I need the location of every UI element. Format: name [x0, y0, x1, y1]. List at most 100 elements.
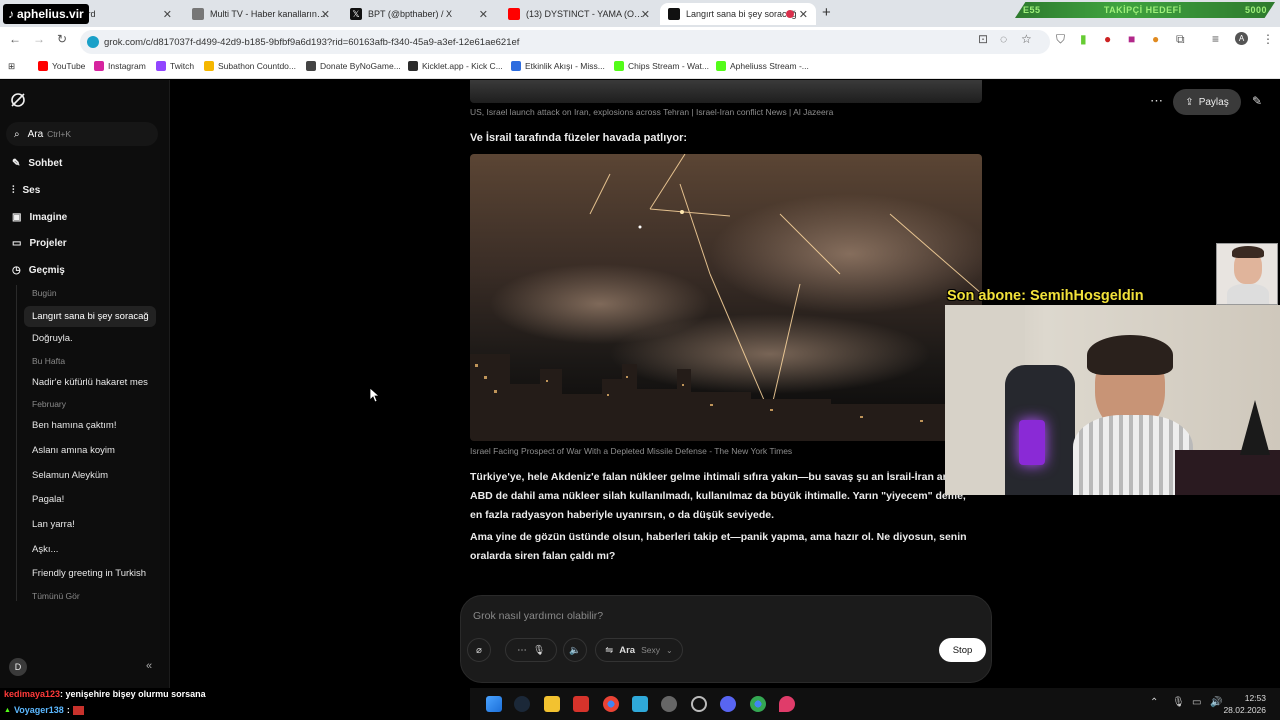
app-icon[interactable]	[691, 696, 707, 712]
app-icon[interactable]	[661, 696, 677, 712]
history-item[interactable]: Doğruyla.	[32, 333, 154, 344]
bookmark-subathon[interactable]: Subathon Countdo...	[204, 61, 296, 71]
back-icon[interactable]: ←	[9, 32, 21, 46]
app-icon[interactable]	[632, 696, 648, 712]
history-item[interactable]: Aslanı amına koyim	[32, 445, 154, 456]
sidebar-item-imagine[interactable]: ▣ Imagine	[12, 212, 67, 223]
stop-button[interactable]: Stop	[939, 638, 986, 662]
mode-select[interactable]: ⇋ Ara Sexy ⌄	[595, 638, 683, 662]
tab-bpt[interactable]: 𝕏 BPT (@bpthaber) / X ✕	[342, 3, 496, 25]
profile-avatar[interactable]: A	[1235, 32, 1248, 45]
new-chat-icon[interactable]: ✎	[1252, 94, 1262, 108]
menu-icon[interactable]: ⋮	[1262, 32, 1274, 46]
extension-icon[interactable]: ■	[1128, 32, 1135, 46]
chrome-icon[interactable]	[750, 696, 766, 712]
message-composer[interactable]: Grok nasıl yardımcı olabilir? ⌀ ⋯ 🎙 🔈 ⇋ A…	[460, 595, 992, 683]
bookmark-kicklet[interactable]: Kicklet.app - Kick C...	[408, 61, 503, 71]
app-icon[interactable]	[779, 696, 795, 712]
windows-start-icon[interactable]	[486, 696, 502, 712]
sidebar-item-sohbet[interactable]: ✎ Sohbet	[12, 158, 62, 169]
bookmark-aphelius[interactable]: Apheliuss Stream -...	[716, 61, 809, 71]
sidebar: ⌕ Ara Ctrl+K ✎ Sohbet ⫶ Ses ▣ Imagine ▭ Proj…	[0, 80, 170, 688]
youtube-icon	[38, 61, 48, 71]
tray-chevron-icon[interactable]: ⌃	[1150, 697, 1158, 708]
install-icon[interactable]: ⊡	[978, 32, 988, 46]
extension-icon[interactable]: ●	[1152, 32, 1159, 46]
composer-placeholder[interactable]: Grok nasıl yardımcı olabilir?	[473, 610, 603, 622]
image-icon: ▣	[12, 212, 22, 223]
close-icon[interactable]: ✕	[641, 8, 650, 21]
bookmark-twitch[interactable]: Twitch	[156, 61, 194, 71]
extension-icon[interactable]: ▮	[1080, 32, 1087, 46]
bookmark-chips[interactable]: Chips Stream - Wat...	[614, 61, 709, 71]
history-item[interactable]: Ben hamına çaktım!	[32, 420, 154, 431]
bookmark-bynogame[interactable]: Donate ByNoGame...	[306, 61, 401, 71]
site-info-icon[interactable]	[87, 36, 99, 48]
chrome-icon[interactable]	[603, 696, 619, 712]
chat-message: ▲ Voyager138:	[4, 705, 84, 715]
history-item[interactable]: Pagala!	[32, 494, 154, 505]
tab-multitv[interactable]: Multi TV - Haber kanallarını ayn ✕	[184, 3, 338, 25]
follower-goal-bar: E55 TAKİPÇİ HEDEFİ 5000	[1015, 2, 1275, 18]
reload-icon[interactable]: ↻	[57, 32, 67, 46]
address-bar[interactable]: grok.com/c/d817037f-d499-42d9-b185-9bfbf…	[80, 30, 1050, 54]
grok-logo-icon[interactable]	[10, 92, 26, 108]
share-button[interactable]: ⇪ Paylaş	[1173, 89, 1241, 115]
history-divider	[16, 285, 17, 601]
tab-youtube[interactable]: (13) DYSTINCT - YAMA (Officia ✕	[500, 3, 658, 25]
new-tab-button[interactable]: +	[822, 4, 831, 21]
previous-news-image[interactable]	[470, 80, 982, 103]
sidebar-item-projeler[interactable]: ▭ Projeler	[12, 238, 67, 249]
file-explorer-icon[interactable]	[544, 696, 560, 712]
tab-label: Langırt sana bi şey soracağ	[686, 9, 797, 19]
close-icon[interactable]: ✕	[799, 8, 808, 21]
voice-wave-icon: ⫶	[12, 185, 15, 196]
history-item[interactable]: Aşkı...	[32, 544, 154, 555]
shield-icon[interactable]: ⛉	[1056, 32, 1065, 47]
bookmark-etkinlik[interactable]: Etkinlik Akışı - Miss...	[511, 61, 605, 71]
forward-icon[interactable]: →	[33, 32, 45, 46]
instagram-icon	[94, 61, 104, 71]
bookmark-star-icon[interactable]: ☆	[1021, 32, 1032, 46]
close-icon[interactable]: ✕	[321, 8, 330, 21]
mouse-cursor-icon	[370, 388, 380, 403]
bookmark-instagram[interactable]: Instagram	[94, 61, 146, 71]
puzzle-icon[interactable]: ⧉	[1176, 32, 1185, 47]
more-options-icon[interactable]: ⋯	[1150, 93, 1163, 109]
steam-icon[interactable]	[514, 696, 530, 712]
history-item[interactable]: Langırt sana bi şey soracağ	[24, 306, 156, 327]
bookmark-youtube[interactable]: YouTube	[38, 61, 85, 71]
tab-grok-active[interactable]: Langırt sana bi şey soracağ ✕	[660, 3, 816, 25]
history-item[interactable]: Selamun Aleyküm	[32, 470, 154, 481]
playlist-icon[interactable]: ≡	[1212, 32, 1219, 46]
close-icon[interactable]: ✕	[479, 8, 488, 21]
image-caption[interactable]: US, Israel launch attack on Iran, explos…	[470, 107, 833, 117]
see-all-link[interactable]: Tümünü Gör	[32, 591, 80, 601]
voice-mode-button[interactable]: 🔈	[563, 638, 587, 662]
search-button[interactable]: ⌕ Ara Ctrl+K	[6, 122, 158, 146]
close-icon[interactable]: ✕	[163, 8, 172, 21]
sidebar-item-gecmis[interactable]: ◷ Geçmiş	[12, 265, 65, 276]
history-item[interactable]: Friendly greeting in Turkish	[32, 568, 154, 579]
user-avatar[interactable]: D	[9, 658, 27, 676]
history-item[interactable]: Lan yarra!	[32, 519, 154, 530]
image-caption[interactable]: Israel Facing Prospect of War With a Dep…	[470, 446, 792, 456]
eye-off-icon[interactable]: ◌	[1000, 32, 1007, 46]
collapse-sidebar-icon[interactable]: «	[146, 660, 152, 672]
stream-chat-overlay: kedimaya123: yenişehire bişey olurmu sor…	[0, 688, 470, 720]
history-item[interactable]: Nadir'e küfürlü hakaret mes	[32, 377, 154, 388]
discord-icon[interactable]	[720, 696, 736, 712]
last-subscriber-banner: Son abone: SemihHosgeldin	[947, 288, 1144, 304]
apps-icon[interactable]: ⊞	[8, 61, 15, 72]
microphone-icon[interactable]: 🎙	[1172, 697, 1185, 708]
voice-input-button[interactable]: ⋯ 🎙	[505, 638, 557, 662]
network-icon[interactable]: ▭	[1192, 697, 1201, 708]
attach-button[interactable]: ⌀	[467, 638, 491, 662]
opera-icon[interactable]: ●	[1104, 32, 1111, 46]
app-icon[interactable]	[573, 696, 589, 712]
volume-icon[interactable]: 🔊	[1210, 697, 1222, 708]
sidebar-item-ses[interactable]: ⫶ Ses	[12, 185, 40, 196]
microphone-icon: 🎙	[532, 644, 545, 656]
system-clock[interactable]: 12:53 28.02.2026	[1223, 692, 1266, 716]
missile-night-sky-image[interactable]	[470, 154, 982, 441]
